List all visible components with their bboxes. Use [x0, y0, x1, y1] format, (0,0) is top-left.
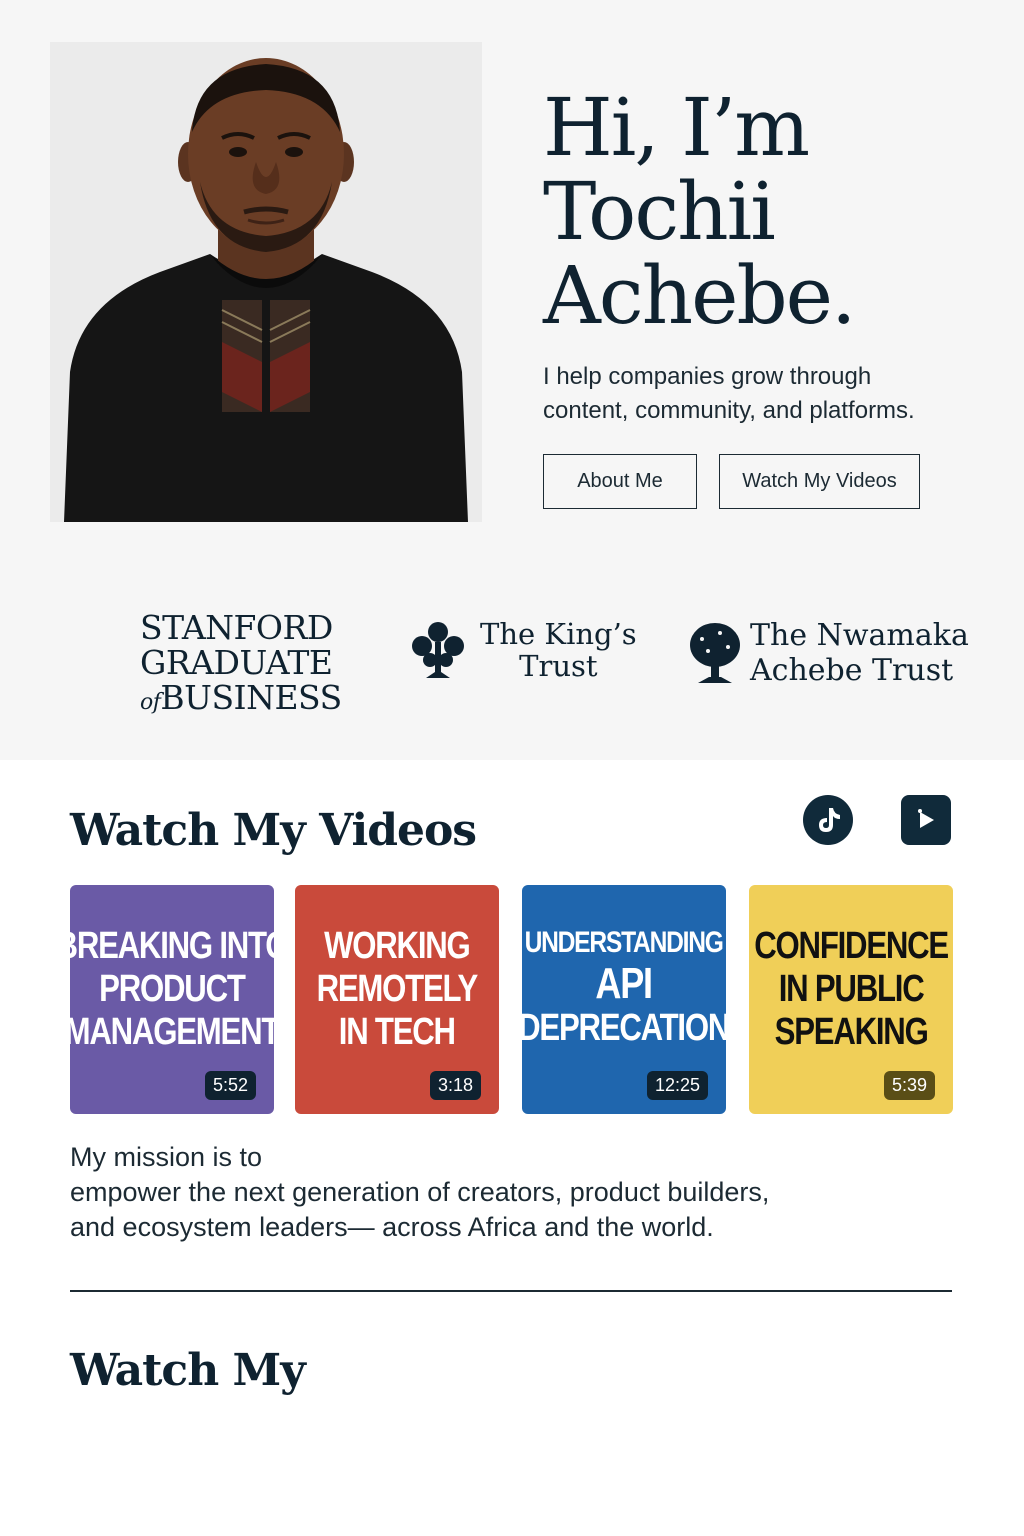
headline-line: Hi, I’m	[543, 81, 810, 174]
video-title-line: API	[595, 959, 654, 1008]
tagline-line: I help companies grow through	[543, 363, 872, 390]
video-play-icon[interactable]	[901, 795, 951, 845]
video-card[interactable]: Breaking into Product Management 5:52	[56, 885, 290, 1114]
video-title-line: in Tech	[338, 1011, 456, 1053]
mission-line: empower the next generation of creators,…	[70, 1177, 770, 1207]
video-title-line: Management	[64, 1011, 281, 1053]
video-title-line: Confidence	[754, 925, 949, 967]
watch-videos-button[interactable]: Watch My Videos	[719, 454, 920, 509]
video-title-line: Working	[324, 925, 471, 967]
tiktok-icon[interactable]	[803, 795, 853, 845]
video-title-line: Speaking	[774, 1011, 929, 1053]
hero-section: Hi, I’m Tochii Achebe. I help companies …	[0, 0, 1024, 760]
video-title-line: Breaking into	[55, 925, 290, 967]
stanford-gsb-logo: STANFORD GRADUATE ofBUSINESS	[140, 610, 342, 720]
logo-text: The Nwamaka	[750, 618, 969, 653]
video-title: Understanding API Deprecation	[518, 925, 731, 1049]
video-duration-badge: 12:25	[646, 1071, 708, 1100]
logo-text: GRADUATE	[140, 643, 333, 682]
video-title-line: in Public	[778, 968, 925, 1010]
logo-text-line: ofBUSINESS	[140, 680, 342, 720]
about-me-button[interactable]: About Me	[543, 454, 697, 509]
nwamaka-achebe-trust-logo: The Nwamaka Achebe Trust	[688, 618, 969, 688]
video-title-line: Deprecation	[518, 1007, 731, 1049]
video-duration-badge: 5:39	[883, 1071, 935, 1100]
video-title: Breaking into Product Management	[55, 925, 290, 1054]
logo-name: The King’s Trust	[480, 618, 637, 682]
logo-text: STANFORD	[140, 608, 333, 647]
profile-photo	[50, 42, 482, 522]
videos-section-title: Watch My Videos	[70, 805, 477, 856]
hero-tagline: I help companies grow through content, c…	[543, 360, 963, 428]
video-duration-badge: 5:52	[204, 1071, 256, 1100]
logo-text: Trust	[519, 649, 598, 683]
video-title-line: Product	[99, 968, 246, 1010]
video-title-line: Remotely	[316, 968, 479, 1010]
mission-line: and ecosystem leaders— across Africa and…	[70, 1212, 714, 1242]
logo-name: The Nwamaka Achebe Trust	[750, 618, 969, 688]
video-card[interactable]: Working Remotely in Tech 3:18	[295, 885, 499, 1114]
headline-line: Achebe.	[543, 249, 856, 342]
logo-text: The King’s	[480, 617, 637, 651]
video-card[interactable]: Understanding API Deprecation 12:25	[519, 885, 731, 1114]
headline-line: Tochii	[543, 165, 776, 258]
kings-trust-logo: The King’s Trust	[410, 618, 637, 682]
video-title: Confidence in Public Speaking	[754, 925, 949, 1054]
video-card[interactable]: Confidence in Public Speaking 5:39	[749, 885, 953, 1114]
hero-headline: Hi, I’m Tochii Achebe.	[543, 81, 856, 342]
logo-text: Achebe Trust	[750, 653, 954, 688]
logo-text: of	[140, 690, 161, 715]
tree-icon	[690, 623, 740, 683]
mission-line: My mission is to	[70, 1142, 263, 1172]
second-section-title: Watch My	[70, 1345, 306, 1396]
tagline-line: content, community, and platforms.	[543, 397, 915, 424]
mission-statement: My mission is to empower the next genera…	[70, 1140, 769, 1245]
video-title: Working Remotely in Tech	[316, 925, 479, 1054]
logo-text: BUSINESS	[160, 678, 342, 717]
video-title-line: Understanding	[524, 926, 724, 959]
section-divider	[70, 1290, 952, 1292]
tree-icon	[412, 622, 464, 678]
video-duration-badge: 3:18	[429, 1071, 481, 1100]
